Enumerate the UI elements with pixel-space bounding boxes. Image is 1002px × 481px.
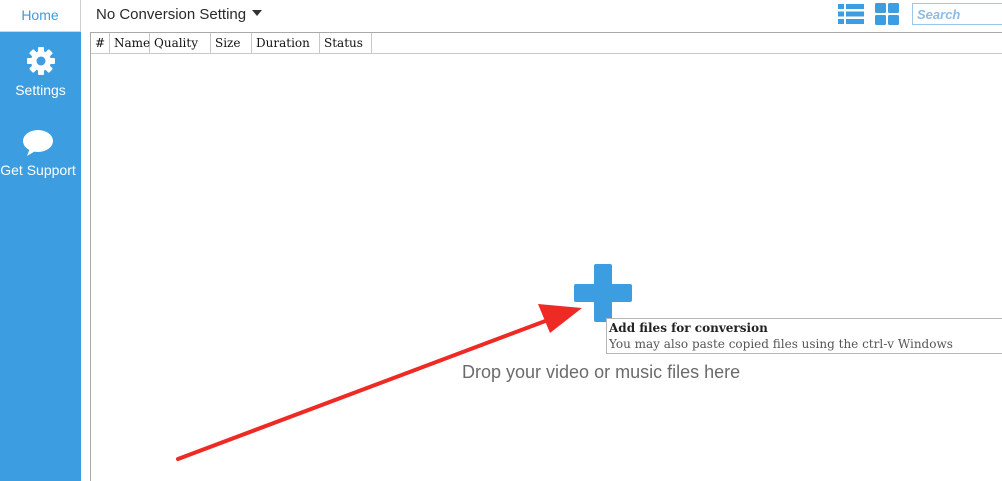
caret-down-icon [252, 10, 263, 16]
sidebar-item-label: Settings [15, 82, 66, 98]
toolbar: No Conversion Setting [81, 0, 1002, 32]
sidebar-item-settings[interactable]: Settings [0, 45, 81, 98]
sidebar-item-get-support[interactable]: Get Support [0, 129, 81, 178]
column-header-quality[interactable]: Quality [150, 33, 211, 54]
tooltip-body: You may also paste copied files using th… [609, 337, 953, 351]
column-header-status[interactable]: Status [320, 33, 372, 54]
home-tab[interactable]: Home [0, 0, 81, 32]
add-files-tooltip: Add files for conversion You may also pa… [606, 318, 1002, 354]
table-header: # Name Quality Size Duration Status [91, 33, 1002, 54]
file-list[interactable]: # Name Quality Size Duration Status [90, 32, 1002, 481]
add-files-button[interactable] [574, 264, 632, 322]
grid-view-icon[interactable] [875, 3, 899, 25]
list-view-icon[interactable] [838, 3, 864, 25]
column-header-duration[interactable]: Duration [252, 33, 320, 54]
column-header-size[interactable]: Size [211, 33, 252, 54]
gear-icon [26, 47, 55, 75]
search-input[interactable] [912, 3, 1002, 25]
sidebar-item-label: Get Support [0, 162, 76, 178]
column-header-name[interactable]: Name [110, 33, 150, 54]
conversion-setting-label: No Conversion Setting [96, 6, 247, 23]
tooltip-title: Add files for conversion [609, 321, 768, 335]
drop-hint-text: Drop your video or music files here [462, 362, 741, 382]
column-header-index[interactable]: # [91, 33, 110, 54]
sidebar: Home Settings Get Support [0, 0, 81, 481]
speech-bubble-icon [23, 130, 53, 156]
conversion-setting-dropdown[interactable]: No Conversion Setting [96, 6, 263, 23]
